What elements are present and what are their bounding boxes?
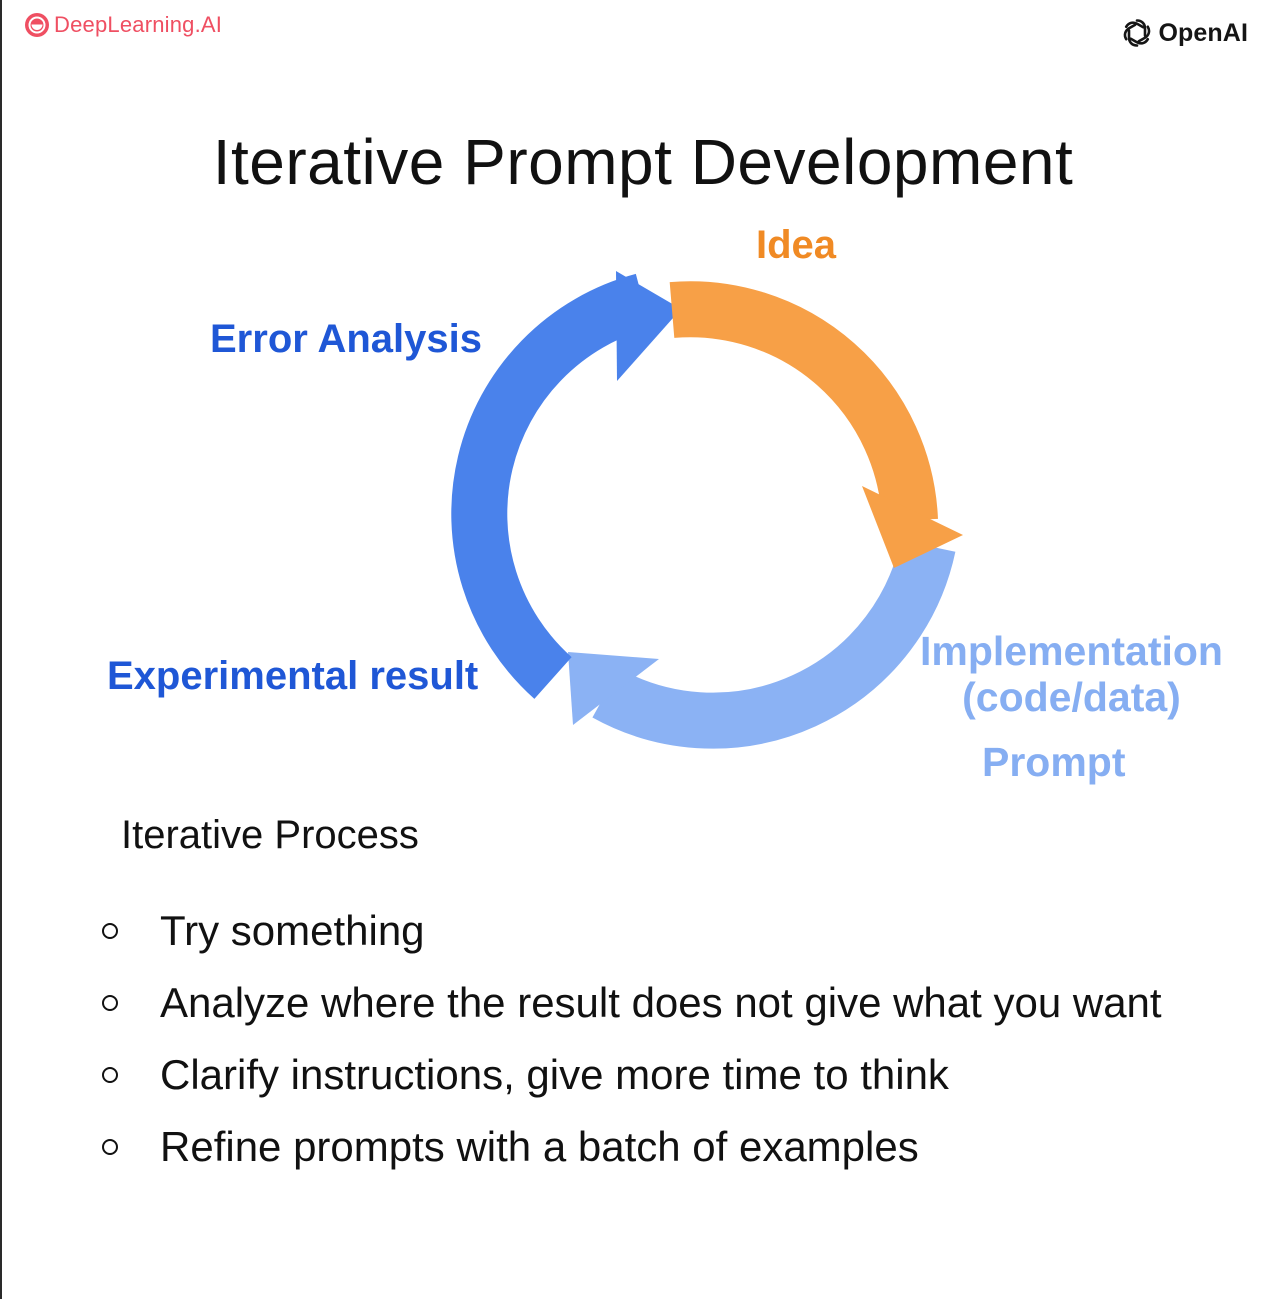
prompt-label: Prompt <box>982 739 1126 785</box>
error-analysis-label: Error Analysis <box>210 317 482 361</box>
page-title: Iterative Prompt Development <box>212 126 1074 198</box>
idea-arrow-head <box>862 486 963 568</box>
idea-arc <box>669 281 938 522</box>
process-list-item: Refine prompts with a batch of examples <box>96 1111 1162 1183</box>
implementation-arrow-head <box>568 652 659 725</box>
implementation-label-line-1: Implementation <box>920 628 1223 674</box>
implementation-label-line-2: (code/data) <box>962 673 1181 720</box>
process-list-item: Analyze where the result does not give w… <box>96 967 1162 1039</box>
deeplearning-brand-name: DeepLearning.AI <box>54 12 223 37</box>
openai-brand-name: OpenAI <box>1158 18 1248 47</box>
process-list-item: Clarify instructions, give more time to … <box>96 1039 1162 1111</box>
hollow-circle-bullet-icon <box>102 923 118 939</box>
idea-label: Idea <box>756 223 837 267</box>
hollow-circle-bullet-icon <box>102 1139 118 1155</box>
implementation-arc <box>592 539 956 749</box>
process-item-text: Try something <box>160 906 425 954</box>
hollow-circle-bullet-icon <box>102 995 118 1011</box>
hollow-circle-bullet-icon <box>102 1067 118 1083</box>
experimental-result-label: Experimental result <box>107 654 479 698</box>
openai-brand: OpenAI <box>1119 15 1249 51</box>
process-heading: Iterative Process <box>121 813 419 857</box>
openai-logo-icon <box>1123 19 1150 47</box>
process-list: Try something Analyze where the result d… <box>96 895 1162 1183</box>
error-analysis-arc <box>451 273 651 699</box>
process-item-text: Refine prompts with a batch of examples <box>160 1122 919 1170</box>
process-item-text: Clarify instructions, give more time to … <box>160 1050 949 1098</box>
process-list-item: Try something <box>96 895 1162 967</box>
deeplearning-brand: DeepLearning.AI <box>24 12 222 38</box>
process-item-text: Analyze where the result does not give w… <box>160 978 1162 1026</box>
error-analysis-arrow-head <box>616 271 681 381</box>
implementation-label: Implementation (code/data) <box>920 628 1223 721</box>
deeplearning-logo-icon <box>25 13 49 37</box>
